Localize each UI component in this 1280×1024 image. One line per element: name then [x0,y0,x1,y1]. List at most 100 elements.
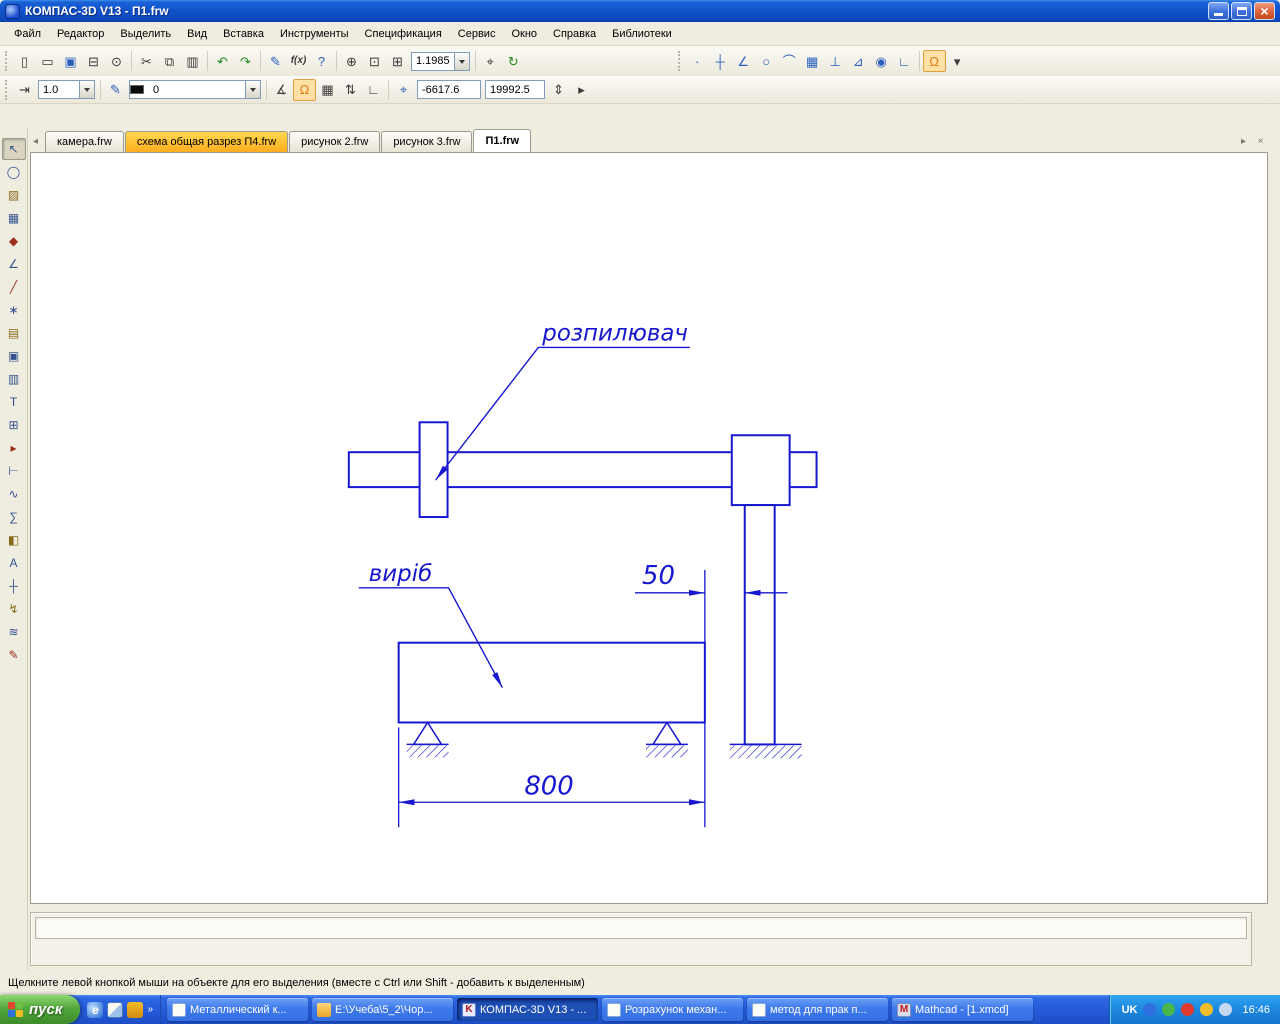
sketch-tool-icon[interactable]: ✎ [2,644,26,666]
zoom-all-button[interactable]: ⊞ [386,50,409,72]
toolbar-grip[interactable] [5,79,8,100]
axes-tool-icon[interactable]: ┼ [2,575,26,597]
menu-specification[interactable]: Спецификация [357,24,450,44]
new-document-button[interactable]: ▯ [13,50,36,72]
tab-scroll-left-button[interactable]: ◂ [28,133,43,149]
start-button[interactable]: пуск [0,995,81,1024]
save-button[interactable]: ▣ [59,50,82,72]
tab-close-button[interactable]: × [1253,133,1268,149]
taskbar-button-kompas[interactable]: K КОМПАС-3D V13 - ... [457,998,599,1021]
sheet-tool-icon[interactable]: ▤ [2,322,26,344]
menu-window[interactable]: Окно [503,24,545,44]
grid-toggle-button[interactable]: ▦ [316,79,339,101]
context-help-button[interactable]: ? [310,50,333,72]
break-tool-icon[interactable]: ↯ [2,598,26,620]
message-field[interactable] [35,917,1247,939]
local-axes-button[interactable]: ⇅ [339,79,362,101]
sort-tool-icon[interactable]: A [2,552,26,574]
select-tool-icon[interactable]: ↖ [1,138,26,160]
minimize-button[interactable] [1208,2,1229,20]
coordinate-y-field[interactable]: 19992.5 [485,80,545,99]
view-tool-icon[interactable]: ▣ [2,345,26,367]
snap-point-button[interactable]: ∙ [686,50,709,72]
spline-tool-icon[interactable]: ∿ [2,483,26,505]
update-tray-icon[interactable] [1181,1003,1195,1016]
collect-tool-icon[interactable]: ∑ [2,506,26,528]
snap-angle-button[interactable]: ∠ [732,50,755,72]
open-button[interactable]: ▭ [36,50,59,72]
toolbar-overflow-button[interactable]: ▸ [570,79,593,101]
magnet-button[interactable]: Ω [922,50,946,72]
language-indicator[interactable]: UK [1122,1004,1138,1016]
coordinate-spin-button[interactable]: ⇕ [547,79,570,101]
undo-button[interactable]: ↶ [211,50,234,72]
menu-view[interactable]: Вид [179,24,215,44]
redo-button[interactable]: ↷ [234,50,257,72]
taskbar-button-mathcad[interactable]: M Mathcad - [1.xmcd] [892,998,1034,1021]
cursor-step-dropdown-icon[interactable] [79,81,94,98]
support-block[interactable] [730,434,791,507]
workpiece[interactable] [397,641,706,724]
geometry-tool-icon[interactable]: ◯ [2,161,26,183]
sprayer-label[interactable]: розпилювач [541,321,688,347]
layer-settings-button[interactable]: ✎ [104,79,127,101]
menu-help[interactable]: Справка [545,24,604,44]
line-tool-icon[interactable]: ╱ [2,276,26,298]
cursor-step-button[interactable]: ⇥ [13,79,36,101]
zoom-window-button[interactable]: ⊡ [363,50,386,72]
text-tool-icon[interactable]: T [2,391,26,413]
internet-explorer-icon[interactable]: e [87,1001,104,1018]
tab-risunok-2[interactable]: рисунок 2.frw [289,131,381,152]
menu-editor[interactable]: Редактор [49,24,112,44]
support-right[interactable] [651,721,683,746]
paste-button[interactable]: ▥ [181,50,204,72]
snap-circle-button[interactable]: ○ [755,50,778,72]
calculator-button[interactable]: f(x) [287,50,310,72]
menu-service[interactable]: Сервис [450,24,504,44]
point-tool-icon[interactable]: ∗ [2,299,26,321]
tab-shema-obshchaya[interactable]: схема общая разрез П4.frw [124,131,289,152]
zoom-combo[interactable]: 1.1985 [411,51,470,71]
taskbar-button-ucheba-folder[interactable]: E:\Учеба\5_2\Чор... [312,998,454,1021]
coordinate-x-field[interactable]: -6617.6 [417,80,481,99]
layer-dropdown-icon[interactable] [245,81,260,98]
tab-p1[interactable]: П1.frw [473,129,532,152]
menu-insert[interactable]: Вставка [215,24,272,44]
region-tool-icon[interactable]: ◧ [2,529,26,551]
menu-libraries[interactable]: Библиотеки [604,24,680,44]
messenger-tray-icon[interactable] [1200,1003,1214,1016]
grid-tool-icon[interactable]: ▦ [2,207,26,229]
toolbar-overflow-button[interactable]: ▾ [946,50,969,72]
volume-tray-icon[interactable] [1219,1003,1233,1016]
maximize-button[interactable] [1231,2,1252,20]
pan-button[interactable]: ⌖ [479,50,502,72]
snap-cross-button[interactable]: ┼ [709,50,732,72]
preview-button[interactable]: ⊙ [105,50,128,72]
menu-select[interactable]: Выделить [112,24,179,44]
taskbar-button-rozrakhunok[interactable]: Розрахунок механ... [602,998,744,1021]
snap-ortho-button[interactable]: ∟ [893,50,916,72]
wave-tool-icon[interactable]: ≋ [2,621,26,643]
table-tool-icon[interactable]: ⊞ [2,414,26,436]
antivirus-tray-icon[interactable] [1162,1003,1176,1016]
copy-properties-button[interactable]: ✎ [264,50,287,72]
quick-launch-chevron-icon[interactable]: » [147,1004,153,1015]
clock[interactable]: 16:46 [1242,1004,1270,1016]
insert-tool-icon[interactable]: ▥ [2,368,26,390]
cursor-step-combo[interactable]: 1.0 [38,80,95,99]
layer-combo[interactable]: 0 [129,80,261,99]
angle-tool-icon[interactable]: ∠ [2,253,26,275]
print-button[interactable]: ⊟ [82,50,105,72]
media-player-icon[interactable] [127,1001,144,1018]
edit-tool-icon[interactable]: ◆ [2,230,26,252]
dim-50-text[interactable]: 50 [642,561,675,591]
tab-scroll-right-button[interactable]: ▸ [1236,133,1251,149]
column[interactable] [743,504,776,746]
taskbar-button-metod[interactable]: метод для прак п... [747,998,889,1021]
snap-nearest-button[interactable]: ⊿ [847,50,870,72]
refresh-button[interactable]: ↻ [502,50,525,72]
marker-tool-icon[interactable]: ▸ [2,437,26,459]
snaps-toggle-button[interactable]: Ω [293,78,316,101]
show-desktop-icon[interactable] [107,1001,124,1018]
snap-grid-button[interactable]: ▦ [801,50,824,72]
